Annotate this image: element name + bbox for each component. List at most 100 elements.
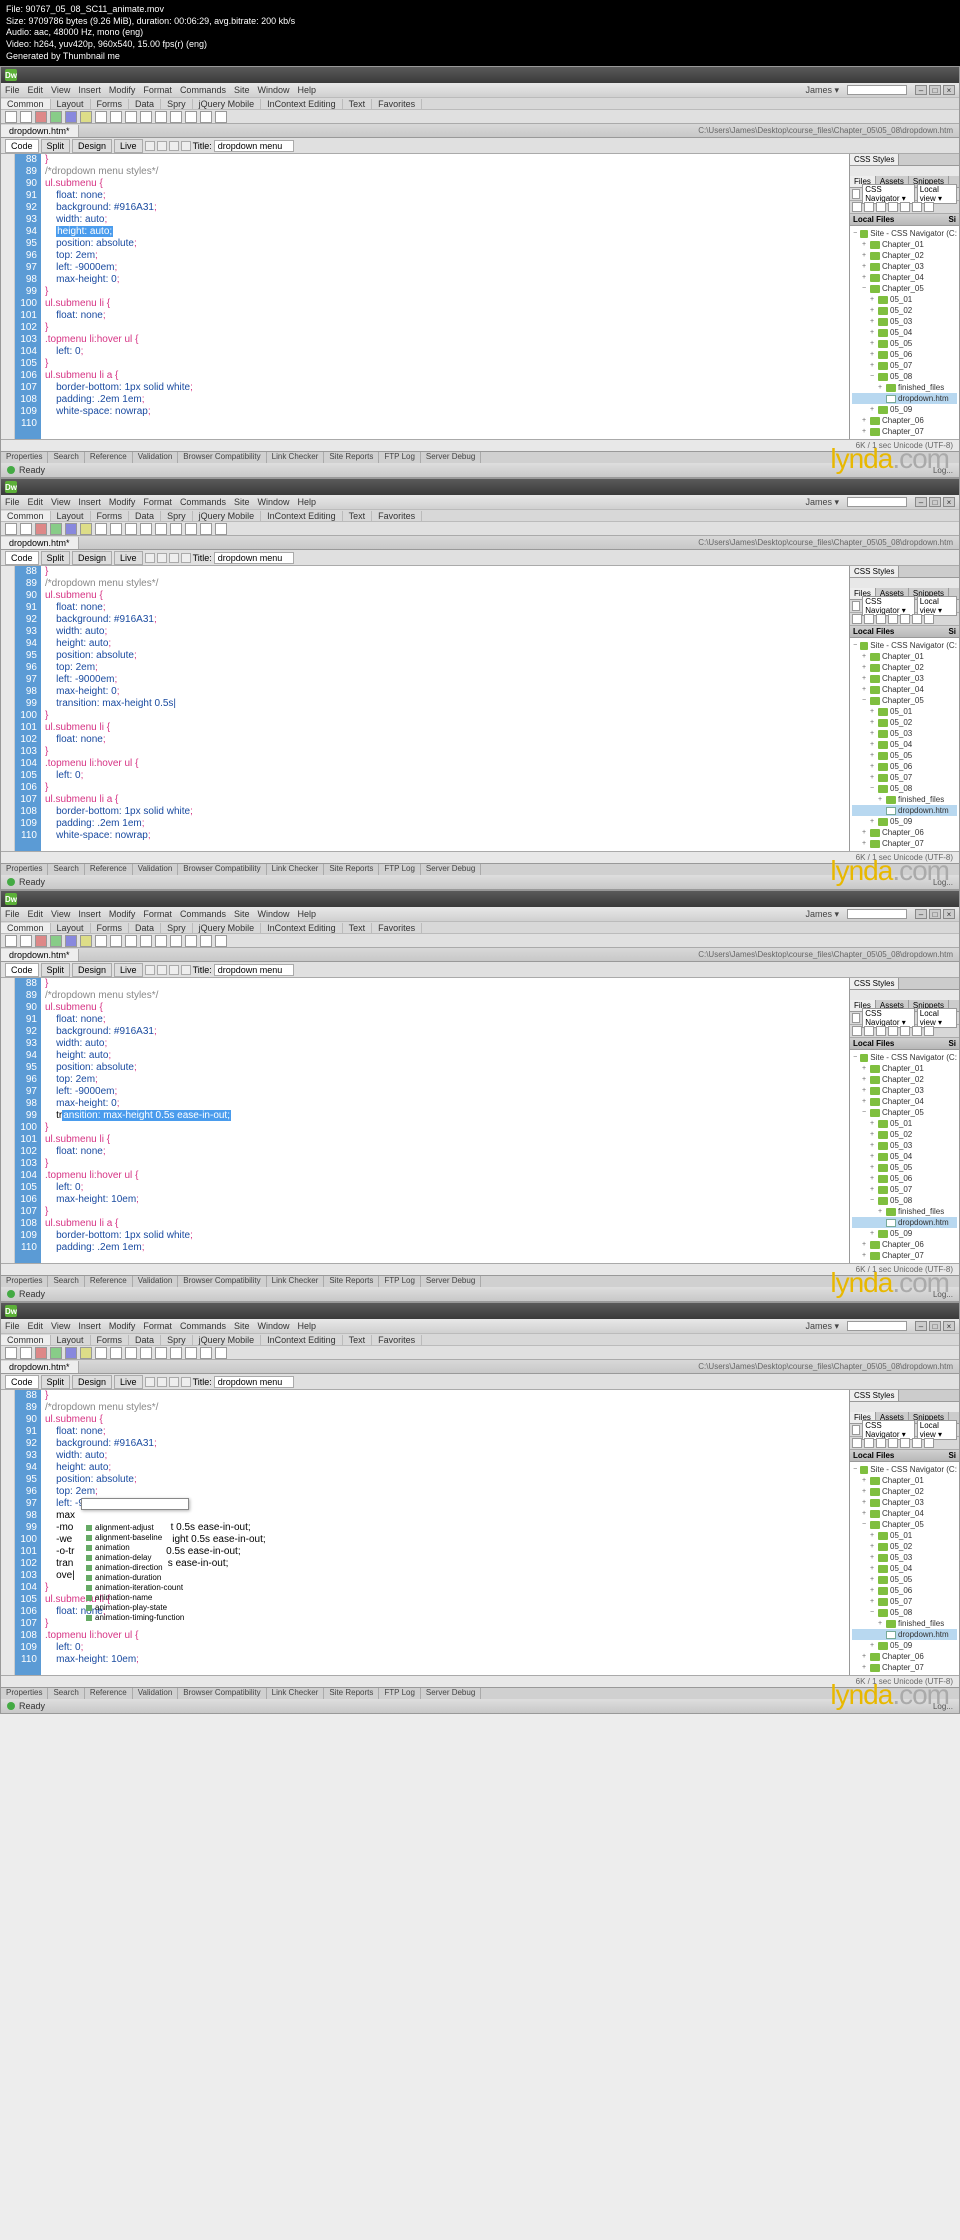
file-tree[interactable]: −Site - CSS Navigator (C:\Use...+Chapter… [850,638,959,851]
min-button[interactable]: – [915,909,927,919]
insert-tab[interactable]: jQuery Mobile [193,511,262,521]
autocomplete-item[interactable]: animation-timing-function [82,1613,188,1623]
bottom-tab[interactable]: Reference [85,864,133,875]
bottom-tab[interactable]: FTP Log [379,452,421,463]
css-panel-tab[interactable]: CSS Styles [850,978,959,990]
menu-modify[interactable]: Modify [109,85,136,95]
insert-tab[interactable]: Common [1,923,51,933]
title-input[interactable]: dropdown menu [214,964,294,976]
workspace-switcher[interactable]: James ▾ [805,909,839,920]
menu-edit[interactable]: Edit [28,909,44,919]
menu-help[interactable]: Help [297,85,316,95]
bottom-tab[interactable]: Site Reports [324,1688,379,1699]
log-link[interactable]: Log... [933,878,953,887]
bottom-tab[interactable]: Properties [1,452,48,463]
bottom-tab[interactable]: Properties [1,864,48,875]
insert-tab[interactable]: InContext Editing [261,923,343,933]
menu-insert[interactable]: Insert [78,85,101,95]
code-editor[interactable]: 8889909192939495969798991001011021031041… [1,978,849,1263]
max-button[interactable]: □ [929,85,941,95]
view-code-button[interactable]: Code [5,1375,39,1389]
menubar[interactable]: FileEditViewInsertModifyFormatCommandsSi… [1,1319,959,1333]
bottom-tab[interactable]: Link Checker [267,1688,325,1699]
menu-view[interactable]: View [51,1321,70,1331]
log-link[interactable]: Log... [933,466,953,475]
bottom-tab[interactable]: Browser Compatibility [178,864,266,875]
view-live-button[interactable]: Live [114,139,143,153]
view-live-button[interactable]: Live [114,551,143,565]
menu-help[interactable]: Help [297,909,316,919]
insert-bar[interactable]: CommonLayoutFormsDataSpryjQuery MobileIn… [1,921,959,934]
insert-tab[interactable]: Favorites [372,511,422,521]
menu-format[interactable]: Format [143,85,172,95]
document-tab[interactable]: dropdown.htm* [1,125,79,137]
insert-tab[interactable]: Forms [91,511,130,521]
close-button[interactable]: × [943,85,955,95]
log-link[interactable]: Log... [933,1702,953,1711]
menu-file[interactable]: File [5,497,20,507]
insert-bar[interactable]: CommonLayoutFormsDataSpryjQuery MobileIn… [1,1333,959,1346]
bottom-tab[interactable]: Site Reports [324,452,379,463]
search-input[interactable] [847,1321,907,1331]
menu-commands[interactable]: Commands [180,1321,226,1331]
menu-site[interactable]: Site [234,909,250,919]
menu-format[interactable]: Format [143,1321,172,1331]
close-button[interactable]: × [943,1321,955,1331]
insert-tab[interactable]: Data [129,511,161,521]
insert-tab[interactable]: Spry [161,923,193,933]
bottom-tab[interactable]: Reference [85,452,133,463]
insert-bar[interactable]: CommonLayoutFormsDataSpryjQuery MobileIn… [1,509,959,522]
search-input[interactable] [847,909,907,919]
insert-tab[interactable]: Favorites [372,99,422,109]
menu-site[interactable]: Site [234,85,250,95]
css-panel-tab[interactable]: CSS Styles [850,1390,959,1402]
view-live-button[interactable]: Live [114,1375,143,1389]
insert-tab[interactable]: Text [343,99,373,109]
bottom-tab[interactable]: Browser Compatibility [178,1688,266,1699]
bottom-tab[interactable]: Reference [85,1276,133,1287]
bottom-tab[interactable]: FTP Log [379,1276,421,1287]
autocomplete-item[interactable]: animation-name [82,1593,188,1603]
insert-tab[interactable]: jQuery Mobile [193,99,262,109]
menubar[interactable]: FileEditViewInsertModifyFormatCommandsSi… [1,495,959,509]
max-button[interactable]: □ [929,497,941,507]
view-split-button[interactable]: Split [41,551,71,565]
menubar[interactable]: FileEditViewInsertModifyFormatCommandsSi… [1,907,959,921]
max-button[interactable]: □ [929,909,941,919]
css-panel-tab[interactable]: CSS Styles [850,154,959,166]
bottom-tab[interactable]: Server Debug [421,864,481,875]
menu-site[interactable]: Site [234,1321,250,1331]
insert-tab[interactable]: Common [1,1335,51,1345]
view-live-button[interactable]: Live [114,963,143,977]
log-link[interactable]: Log... [933,1290,953,1299]
view-code-button[interactable]: Code [5,963,39,977]
insert-tab[interactable]: Common [1,511,51,521]
min-button[interactable]: – [915,85,927,95]
file-tree[interactable]: −Site - CSS Navigator (C:\Use...+Chapter… [850,1050,959,1263]
document-tab[interactable]: dropdown.htm* [1,1361,79,1373]
insert-tab[interactable]: Layout [51,923,91,933]
menu-window[interactable]: Window [257,497,289,507]
insert-tab[interactable]: Forms [91,99,130,109]
search-input[interactable] [847,85,907,95]
menu-modify[interactable]: Modify [109,909,136,919]
insert-icons[interactable] [1,934,959,948]
bottom-tab[interactable]: Site Reports [324,1276,379,1287]
insert-tab[interactable]: Data [129,99,161,109]
title-input[interactable]: dropdown menu [214,1376,294,1388]
close-button[interactable]: × [943,909,955,919]
css-panel-tab[interactable]: CSS Styles [850,566,959,578]
insert-icons[interactable] [1,1346,959,1360]
bottom-tab[interactable]: Server Debug [421,1276,481,1287]
autocomplete-item[interactable]: animation-play-state [82,1603,188,1613]
menu-window[interactable]: Window [257,909,289,919]
insert-tab[interactable]: InContext Editing [261,511,343,521]
search-input[interactable] [847,497,907,507]
menu-commands[interactable]: Commands [180,85,226,95]
results-panel-tabs[interactable]: PropertiesSearchReferenceValidationBrows… [1,1687,959,1699]
results-panel-tabs[interactable]: PropertiesSearchReferenceValidationBrows… [1,451,959,463]
bottom-tab[interactable]: Search [48,864,84,875]
autocomplete-item[interactable]: alignment-baseline [82,1533,188,1543]
insert-tab[interactable]: Text [343,511,373,521]
menu-view[interactable]: View [51,497,70,507]
